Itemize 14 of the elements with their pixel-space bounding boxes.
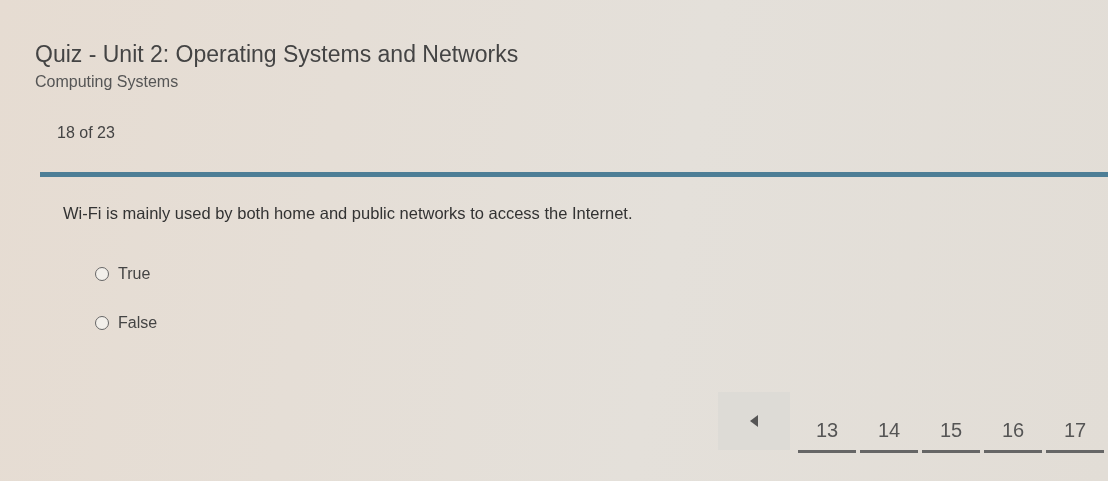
question-counter: 18 of 23 — [57, 124, 115, 142]
radio-button[interactable] — [95, 316, 109, 330]
page-number[interactable]: 16 — [984, 409, 1042, 453]
page-number[interactable]: 14 — [860, 409, 918, 453]
page-number[interactable]: 17 — [1046, 409, 1104, 453]
question-text: Wi-Fi is mainly used by both home and public networks to access the Internet. — [63, 204, 633, 223]
quiz-title: Quiz - Unit 2: Operating Systems and Networks — [35, 40, 519, 68]
course-subtitle: Computing Systems — [35, 73, 179, 91]
page-number[interactable]: 15 — [922, 409, 980, 453]
left-arrow-icon — [750, 415, 758, 427]
page-number[interactable]: 13 — [798, 409, 856, 453]
option-label[interactable]: False — [118, 314, 158, 332]
radio-button[interactable] — [95, 267, 109, 281]
option-label[interactable]: True — [118, 265, 151, 283]
